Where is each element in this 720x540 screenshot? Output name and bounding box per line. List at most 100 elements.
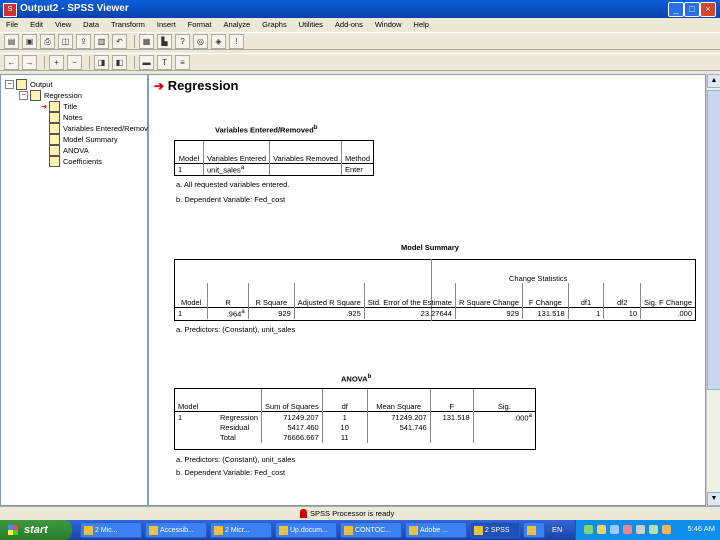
tray-icon[interactable] — [623, 525, 632, 534]
designate-window-icon[interactable]: ! — [229, 33, 244, 49]
volume-icon[interactable] — [636, 525, 645, 534]
taskbar-button[interactable]: Up.docum... — [275, 522, 337, 538]
collapse-toggle-icon[interactable]: − — [19, 91, 28, 100]
taskbar-button[interactable] — [523, 522, 545, 538]
folder-icon — [149, 526, 158, 535]
print-icon[interactable]: ⎙ — [40, 33, 55, 49]
language-indicator[interactable]: EN — [552, 525, 562, 534]
insert-title-icon[interactable]: T — [157, 54, 172, 70]
tree-item-title[interactable]: ➔ Title — [41, 101, 77, 112]
minimize-icon[interactable]: _ — [668, 2, 684, 17]
print-preview-icon[interactable]: ◫ — [58, 33, 73, 49]
tray-icon[interactable] — [584, 525, 593, 534]
menu-transform[interactable]: Transform — [105, 18, 151, 31]
tray-icon[interactable] — [610, 525, 619, 534]
adobe-icon — [409, 526, 418, 535]
export-icon[interactable]: ⇪ — [76, 33, 91, 49]
table-row: Residual 5417.460 10 541.746 — [175, 422, 535, 433]
clock[interactable]: 5:46 AM — [687, 524, 715, 533]
footnote: a. All requested variables entered. — [176, 180, 290, 189]
current-item-arrow-icon: ➔ — [41, 102, 48, 111]
select-last-output-icon[interactable]: ◈ — [211, 33, 226, 49]
app-icon — [527, 526, 536, 535]
open-icon[interactable]: ▤ — [4, 33, 19, 49]
folder-book-icon — [30, 90, 41, 101]
toolbar-separator — [44, 55, 45, 69]
menu-bar: File Edit View Data Transform Insert For… — [0, 18, 720, 31]
save-icon[interactable]: ▣ — [22, 33, 37, 49]
tray-icon[interactable] — [662, 525, 671, 534]
hide-icon[interactable]: ◧ — [112, 54, 127, 70]
window-title: Output2 - SPSS Viewer — [20, 3, 129, 14]
spss-icon — [474, 526, 483, 535]
taskbar-button[interactable]: 2 Mic... — [80, 522, 142, 538]
recall-dialog-icon[interactable]: ▥ — [94, 33, 109, 49]
anova-table[interactable]: Model Sum of Squares df Mean Square F Si… — [175, 389, 535, 443]
goto-chart-icon[interactable]: ▙ — [157, 33, 172, 49]
variables-icon[interactable]: ? — [175, 33, 190, 49]
taskbar-button[interactable]: Adobe ... — [405, 522, 467, 538]
status-text: SPSS Processor is ready — [310, 509, 395, 518]
table-icon — [49, 145, 60, 156]
show-icon[interactable]: ◨ — [94, 54, 109, 70]
collapse-icon[interactable]: − — [67, 54, 82, 70]
demote-icon[interactable]: → — [22, 54, 37, 70]
tree-item-notes[interactable]: Notes — [49, 112, 83, 123]
maximize-icon[interactable]: □ — [684, 2, 700, 17]
toolbar-separator — [134, 55, 135, 69]
menu-graphs[interactable]: Graphs — [256, 18, 293, 31]
goto-data-icon[interactable]: ▦ — [139, 33, 154, 49]
model-summary-table[interactable]: Model R R Square Adjusted R Square Std. … — [175, 283, 695, 319]
tray-icon[interactable] — [597, 525, 606, 534]
tree-node-output[interactable]: − Output — [5, 79, 53, 90]
status-bar: SPSS Processor is ready — [0, 506, 720, 521]
use-sets-icon[interactable]: ◎ — [193, 33, 208, 49]
vars-table[interactable]: Model Variables Entered Variables Remove… — [175, 141, 373, 175]
menu-analyze[interactable]: Analyze — [217, 18, 256, 31]
taskbar-button[interactable]: CONTOC... — [340, 522, 402, 538]
insert-heading-icon[interactable]: ▬ — [139, 54, 154, 70]
scroll-down-icon[interactable]: ▼ — [707, 492, 720, 506]
taskbar-button[interactable]: 2 Micr... — [210, 522, 272, 538]
tree-item-variables-entered[interactable]: Variables Entered/Removed — [49, 123, 156, 134]
outline-pane[interactable]: − Output − Regression ➔ Title Notes Vari… — [0, 74, 156, 506]
menu-help[interactable]: Help — [408, 18, 435, 31]
tree-item-model-summary[interactable]: Model Summary — [49, 134, 118, 145]
insert-text-icon[interactable]: ≡ — [175, 54, 190, 70]
processor-status-icon — [300, 509, 307, 518]
footnote: a. Predictors: (Constant), unit_sales — [176, 455, 296, 464]
menu-format[interactable]: Format — [182, 18, 218, 31]
expand-icon[interactable]: + — [49, 54, 64, 70]
output-content-pane[interactable]: ➔ Regression Variables Entered/Removedb … — [148, 74, 706, 506]
menu-edit[interactable]: Edit — [24, 18, 49, 31]
close-icon[interactable]: × — [700, 2, 716, 17]
menu-view[interactable]: View — [49, 18, 77, 31]
page-icon — [49, 101, 61, 112]
menu-data[interactable]: Data — [77, 18, 105, 31]
menu-insert[interactable]: Insert — [151, 18, 182, 31]
collapse-toggle-icon[interactable]: − — [5, 80, 14, 89]
scroll-up-icon[interactable]: ▲ — [707, 74, 720, 88]
menu-file[interactable]: File — [0, 18, 24, 31]
tree-item-coefficients[interactable]: Coefficients — [49, 156, 102, 167]
taskbar-button-spss[interactable]: 2 SPSS — [470, 522, 520, 538]
promote-icon[interactable]: ← — [4, 54, 19, 70]
taskbar-button[interactable]: Accessib... — [145, 522, 207, 538]
menu-add-ons[interactable]: Add-ons — [329, 18, 369, 31]
tree-node-regression[interactable]: − Regression — [19, 90, 82, 101]
vertical-scrollbar[interactable]: ▲ ▼ — [706, 74, 720, 506]
table-row: 1 Regression 71249.207 1 71249.207 131.5… — [175, 411, 535, 423]
footnote: b. Dependent Variable: Fed_cost — [176, 195, 286, 204]
menu-window[interactable]: Window — [369, 18, 408, 31]
section-heading[interactable]: ➔ Regression — [154, 78, 239, 93]
scroll-thumb[interactable] — [707, 90, 720, 390]
menu-utilities[interactable]: Utilities — [293, 18, 329, 31]
table-row: Total 76666.667 11 — [175, 432, 535, 443]
undo-icon[interactable]: ↶ — [112, 33, 127, 49]
current-item-arrow-icon: ➔ — [154, 79, 165, 93]
tree-item-anova[interactable]: ANOVA — [49, 145, 89, 156]
vars-table-title: Variables Entered/Removedb — [215, 124, 318, 135]
network-icon[interactable] — [649, 525, 658, 534]
title-bar[interactable]: S Output2 - SPSS Viewer _ □ × — [0, 0, 720, 18]
start-button[interactable]: start — [0, 520, 72, 540]
